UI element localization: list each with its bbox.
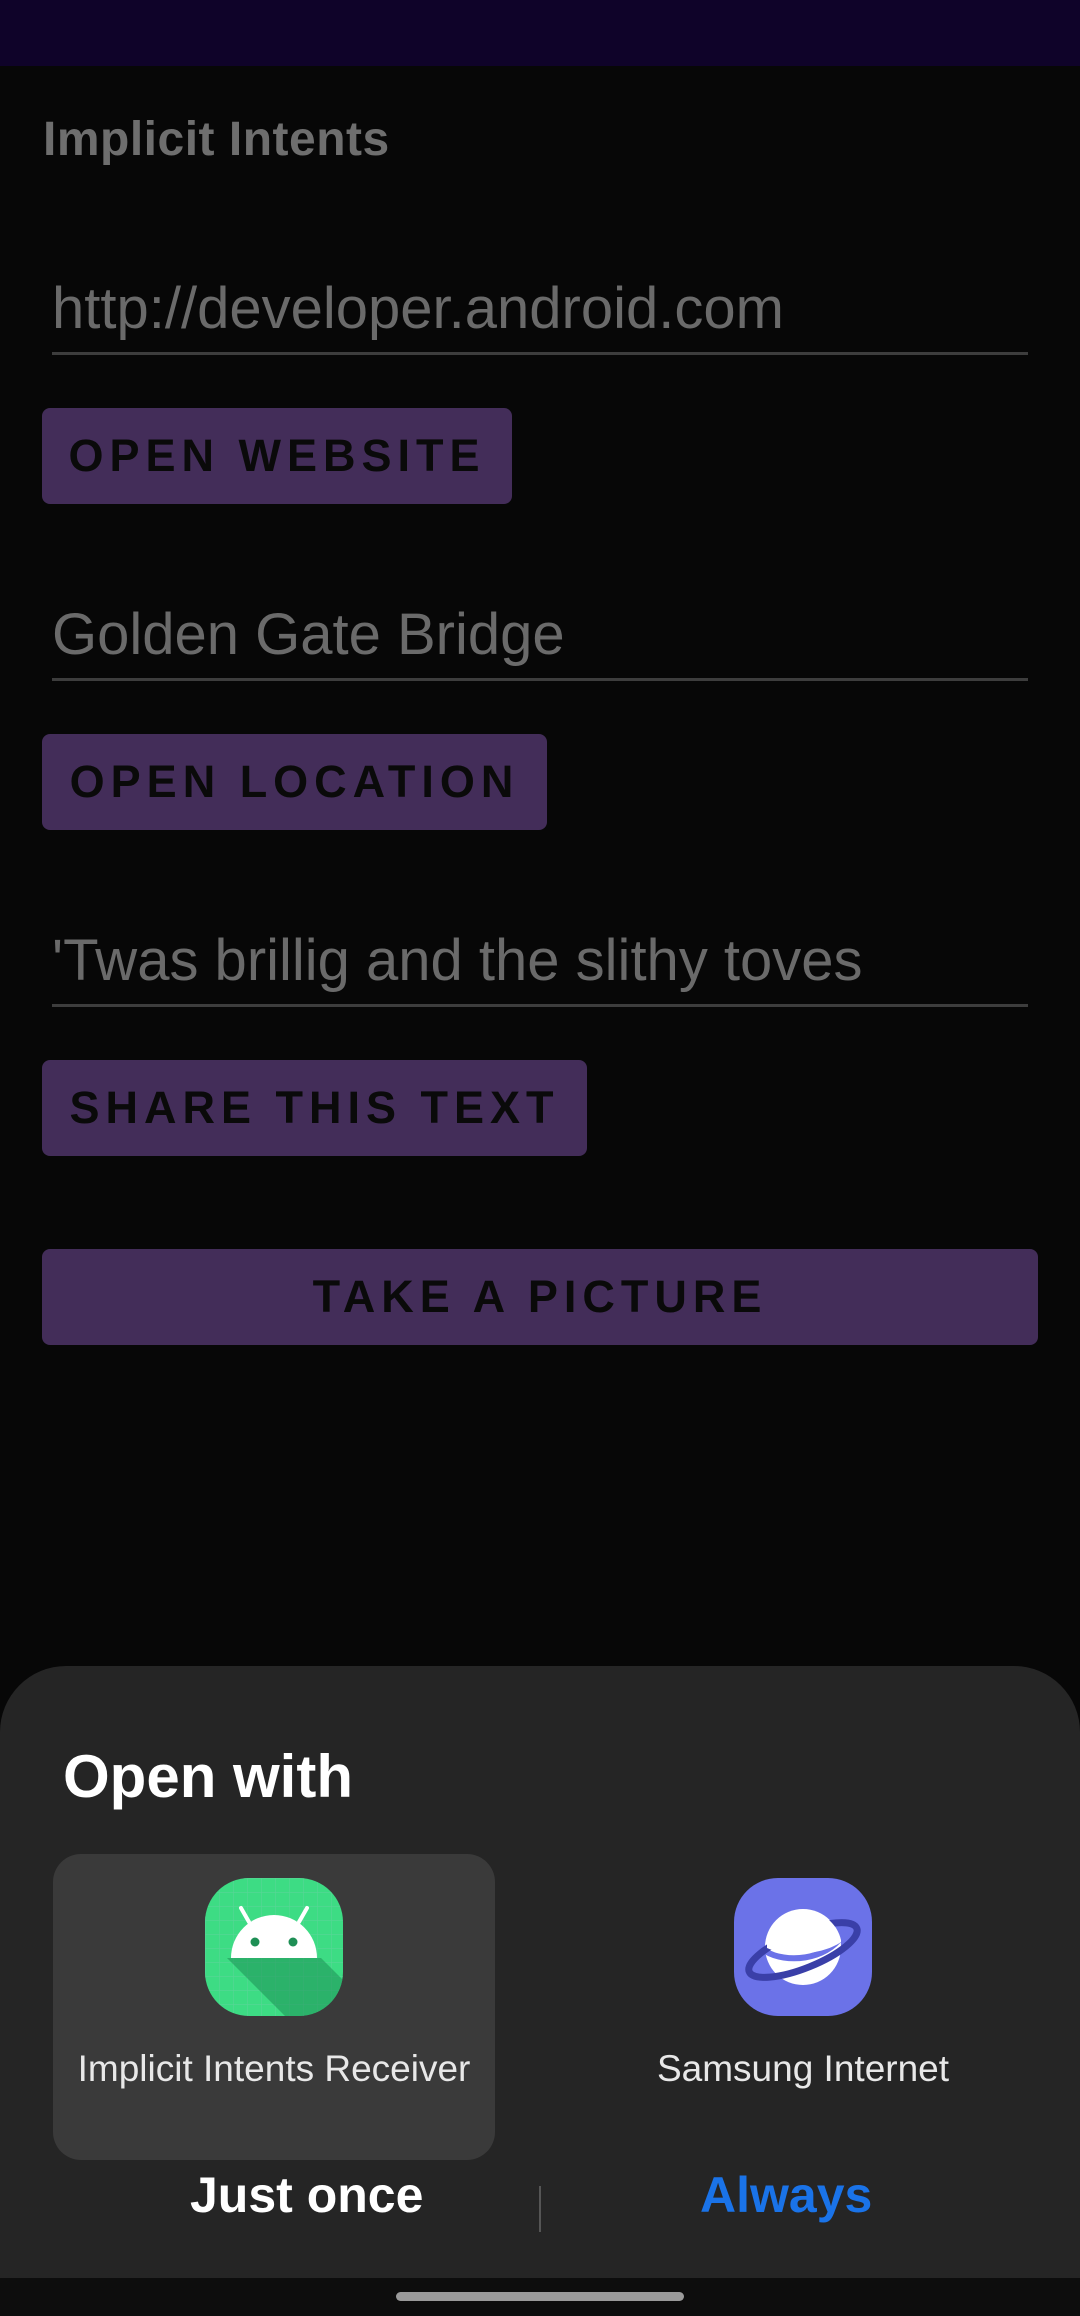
sheet-title: Open with xyxy=(63,1743,353,1810)
open-location-button[interactable]: OPEN LOCATION xyxy=(42,734,547,830)
app-option-label: Samsung Internet xyxy=(656,2048,950,2089)
app-title: Implicit Intents xyxy=(43,113,390,166)
status-bar xyxy=(0,0,1080,66)
location-field[interactable]: Golden Gate Bridge xyxy=(52,598,1028,681)
samsung-internet-icon xyxy=(734,1878,872,2016)
website-field-text: http://developer.android.com xyxy=(52,276,784,341)
screen: Implicit Intents http://developer.androi… xyxy=(0,0,1080,2316)
app-option-label: Implicit Intents Receiver xyxy=(77,2048,471,2089)
app-option-samsung-internet[interactable]: Samsung Internet xyxy=(582,1854,1024,2160)
app-option-implicit-intents-receiver[interactable]: Implicit Intents Receiver xyxy=(53,1854,495,2160)
open-with-sheet: Open with Implicit Intents Receiver Sams… xyxy=(0,1666,1080,2278)
android-icon xyxy=(205,1878,343,2016)
share-text-field[interactable]: 'Twas brillig and the slithy toves xyxy=(52,924,1028,1007)
always-button[interactable]: Always xyxy=(700,2166,872,2224)
open-website-button[interactable]: OPEN WEBSITE xyxy=(42,408,512,504)
website-field[interactable]: http://developer.android.com xyxy=(52,272,1028,355)
home-indicator[interactable] xyxy=(396,2292,684,2301)
share-text-button[interactable]: SHARE THIS TEXT xyxy=(42,1060,587,1156)
location-field-text: Golden Gate Bridge xyxy=(52,602,565,667)
share-text-field-text: 'Twas brillig and the slithy toves xyxy=(52,928,863,993)
take-picture-button[interactable]: TAKE A PICTURE xyxy=(42,1249,1038,1345)
action-divider xyxy=(539,2186,541,2232)
just-once-button[interactable]: Just once xyxy=(190,2166,423,2224)
